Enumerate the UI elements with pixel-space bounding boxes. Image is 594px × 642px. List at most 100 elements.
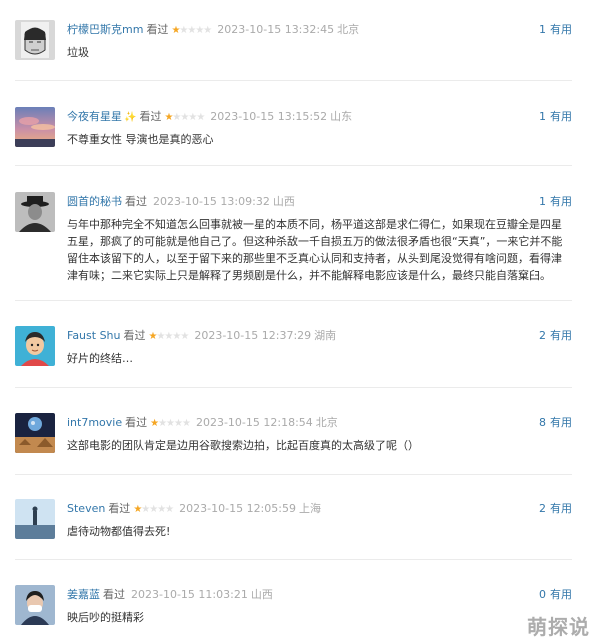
avatar[interactable] xyxy=(15,326,55,366)
comment-location: 山西 xyxy=(250,588,273,601)
star-icon-empty: ★★★★ xyxy=(179,25,212,36)
hat-man-avatar xyxy=(15,192,55,232)
comment-item: Faust Shu 看过 ★★★★★ 2023-10-15 12:37:29 湖南 2有… xyxy=(15,326,572,386)
useful-count: 8 xyxy=(539,416,546,429)
comment-time: 2023-10-15 13:32:45 xyxy=(217,23,335,36)
comment-text: 好片的终结… xyxy=(67,352,133,365)
avatar[interactable] xyxy=(15,499,55,539)
comment-text: 虐待动物都值得去死! xyxy=(67,525,171,538)
comment-time: 2023-10-15 13:15:52 xyxy=(210,110,328,123)
divider xyxy=(15,474,572,475)
divider xyxy=(15,80,572,81)
star-icon-filled: ★ xyxy=(150,418,159,429)
comment-meta: 柠檬巴斯克mm 看过 ★★★★★ 2023-10-15 13:32:45 北京 xyxy=(67,22,359,38)
comment-text: 映后吵的挺精彩 xyxy=(67,611,144,624)
comment-text: 与年中那种完全不知道怎么回事就被一星的本质不同，杨平道这部是求仁得仁，如果现在豆… xyxy=(67,218,563,282)
useful-count: 1 xyxy=(539,23,546,36)
comment-time: 2023-10-15 12:37:29 xyxy=(194,329,312,342)
avatar[interactable] xyxy=(15,107,55,147)
username-link[interactable]: 柠檬巴斯克mm xyxy=(67,23,143,36)
comment-item: 今夜有星星 ✨ 看过 ★★★★★ 2023-10-15 13:15:52 山东 1 有用 不… xyxy=(15,107,572,167)
comment-time: 2023-10-15 11:03:21 xyxy=(131,588,248,601)
comment-time: 2023-10-15 12:18:54 xyxy=(195,416,313,429)
useful-count: 0 xyxy=(539,588,546,601)
useful-count: 2 xyxy=(539,502,546,515)
divider xyxy=(15,300,572,301)
cartoon-boy-avatar xyxy=(15,326,55,366)
divider xyxy=(15,387,572,388)
sunset-sky-avatar xyxy=(15,107,55,147)
rating-stars: ★★★★★ xyxy=(150,416,191,432)
comment-meta: int7movie 看过 ★★★★★ 2023-10-15 12:18:54 北京 xyxy=(67,415,338,431)
useful-button[interactable]: 有用 xyxy=(550,502,572,515)
comment-item: int7movie 看过 ★★★★★ 2023-10-15 12:18:54 北京 8有… xyxy=(15,413,572,473)
watch-status: 看过 xyxy=(125,416,148,429)
star-icon-empty: ★★★★ xyxy=(172,112,205,123)
useful-vote[interactable]: 2 有用 xyxy=(539,328,572,344)
star-icon-empty: ★★★★ xyxy=(158,418,191,429)
watch-status: 看过 xyxy=(139,110,162,123)
useful-button[interactable]: 有用 xyxy=(550,329,572,342)
username-link[interactable]: Faust Shu xyxy=(67,329,121,342)
useful-vote[interactable]: 1 有用 xyxy=(539,194,572,210)
useful-vote[interactable]: 0 有用 xyxy=(539,587,572,603)
username-link[interactable]: int7movie xyxy=(67,416,122,429)
planet-scene-avatar xyxy=(15,413,55,453)
comment-text: 这部电影的团队肯定是边用谷歌搜索边拍，比起百度真的太高级了呢（） xyxy=(67,439,419,452)
useful-vote[interactable]: 1 有用 xyxy=(539,22,572,38)
comment-location: 北京 xyxy=(337,23,360,36)
divider xyxy=(15,165,572,166)
divider xyxy=(15,559,572,560)
comment-meta: 圆首的秘书 看过 2023-10-15 13:09:32 山西 xyxy=(67,194,295,210)
comment-list: 柠檬巴斯克mm 看过 ★★★★★ 2023-10-15 13:32:45 北京 1 有用 … xyxy=(0,0,594,642)
comment-text: 垃圾 xyxy=(67,46,89,59)
rating-stars: ★★★★★ xyxy=(133,502,174,518)
avatar[interactable] xyxy=(15,585,55,625)
useful-button[interactable]: 有用 xyxy=(550,23,572,36)
useful-count: 2 xyxy=(539,329,546,342)
avatar[interactable] xyxy=(15,192,55,232)
useful-vote[interactable]: 1 有用 xyxy=(539,109,572,125)
comment-meta: 今夜有星星 ✨ 看过 ★★★★★ 2023-10-15 13:15:52 山东 xyxy=(67,109,352,125)
comment-item: 圆首的秘书 看过 2023-10-15 13:09:32 山西 1 有用 与年中那种完全… xyxy=(15,192,572,292)
comment-location: 山西 xyxy=(272,195,295,208)
useful-button[interactable]: 有用 xyxy=(550,416,572,429)
watch-status: 看过 xyxy=(103,588,125,601)
useful-button[interactable]: 有用 xyxy=(550,110,572,123)
sparkle-badge-icon: ✨ xyxy=(124,112,137,123)
comment-location: 北京 xyxy=(315,416,338,429)
comment-item: Steven 看过 ★★★★★ 2023-10-15 12:05:59 上海 2 有用 虐… xyxy=(15,499,572,559)
rating-stars: ★★★★★ xyxy=(164,110,205,126)
comment-location: 上海 xyxy=(298,502,321,515)
username-link[interactable]: 今夜有星星 xyxy=(67,110,122,123)
useful-vote[interactable]: 2 有用 xyxy=(539,501,572,517)
comment-location: 山东 xyxy=(330,110,353,123)
useful-vote[interactable]: 8 有用 xyxy=(539,415,572,431)
comment-location: 湖南 xyxy=(314,329,337,342)
username-link[interactable]: Steven xyxy=(67,502,105,515)
watch-status: 看过 xyxy=(146,23,169,36)
comment-meta: Faust Shu 看过 ★★★★★ 2023-10-15 12:37:29 湖南 xyxy=(67,328,336,344)
useful-count: 1 xyxy=(539,195,546,208)
watermark-logo: 萌探说 xyxy=(527,615,590,639)
useful-button[interactable]: 有用 xyxy=(550,195,572,208)
avatar[interactable] xyxy=(15,413,55,453)
comment-meta: 姜嘉蓝 看过 2023-10-15 11:03:21 山西 xyxy=(67,587,273,603)
username-link[interactable]: 姜嘉蓝 xyxy=(67,588,100,601)
sketch-portrait-avatar xyxy=(15,20,55,60)
comment-meta: Steven 看过 ★★★★★ 2023-10-15 12:05:59 上海 xyxy=(67,501,321,517)
masked-girl-avatar xyxy=(15,585,55,625)
useful-count: 1 xyxy=(539,110,546,123)
avatar[interactable] xyxy=(15,20,55,60)
useful-button[interactable]: 有用 xyxy=(550,588,572,601)
comment-text: 不尊重女性 导演也是真的恶心 xyxy=(67,133,214,146)
rating-stars: ★★★★★ xyxy=(171,23,212,39)
star-icon-empty: ★★★★ xyxy=(156,331,189,342)
comment-item: 柠檬巴斯克mm 看过 ★★★★★ 2023-10-15 13:32:45 北京 1 有用 … xyxy=(15,20,572,80)
comment-item: 姜嘉蓝 看过 2023-10-15 11:03:21 山西 0 有用 映后吵的挺精彩 xyxy=(15,585,572,635)
star-icon-empty: ★★★★ xyxy=(141,504,174,515)
username-link[interactable]: 圆首的秘书 xyxy=(67,195,122,208)
lone-figure-avatar xyxy=(15,499,55,539)
rating-stars: ★★★★★ xyxy=(149,329,190,345)
watch-status: 看过 xyxy=(123,329,146,342)
